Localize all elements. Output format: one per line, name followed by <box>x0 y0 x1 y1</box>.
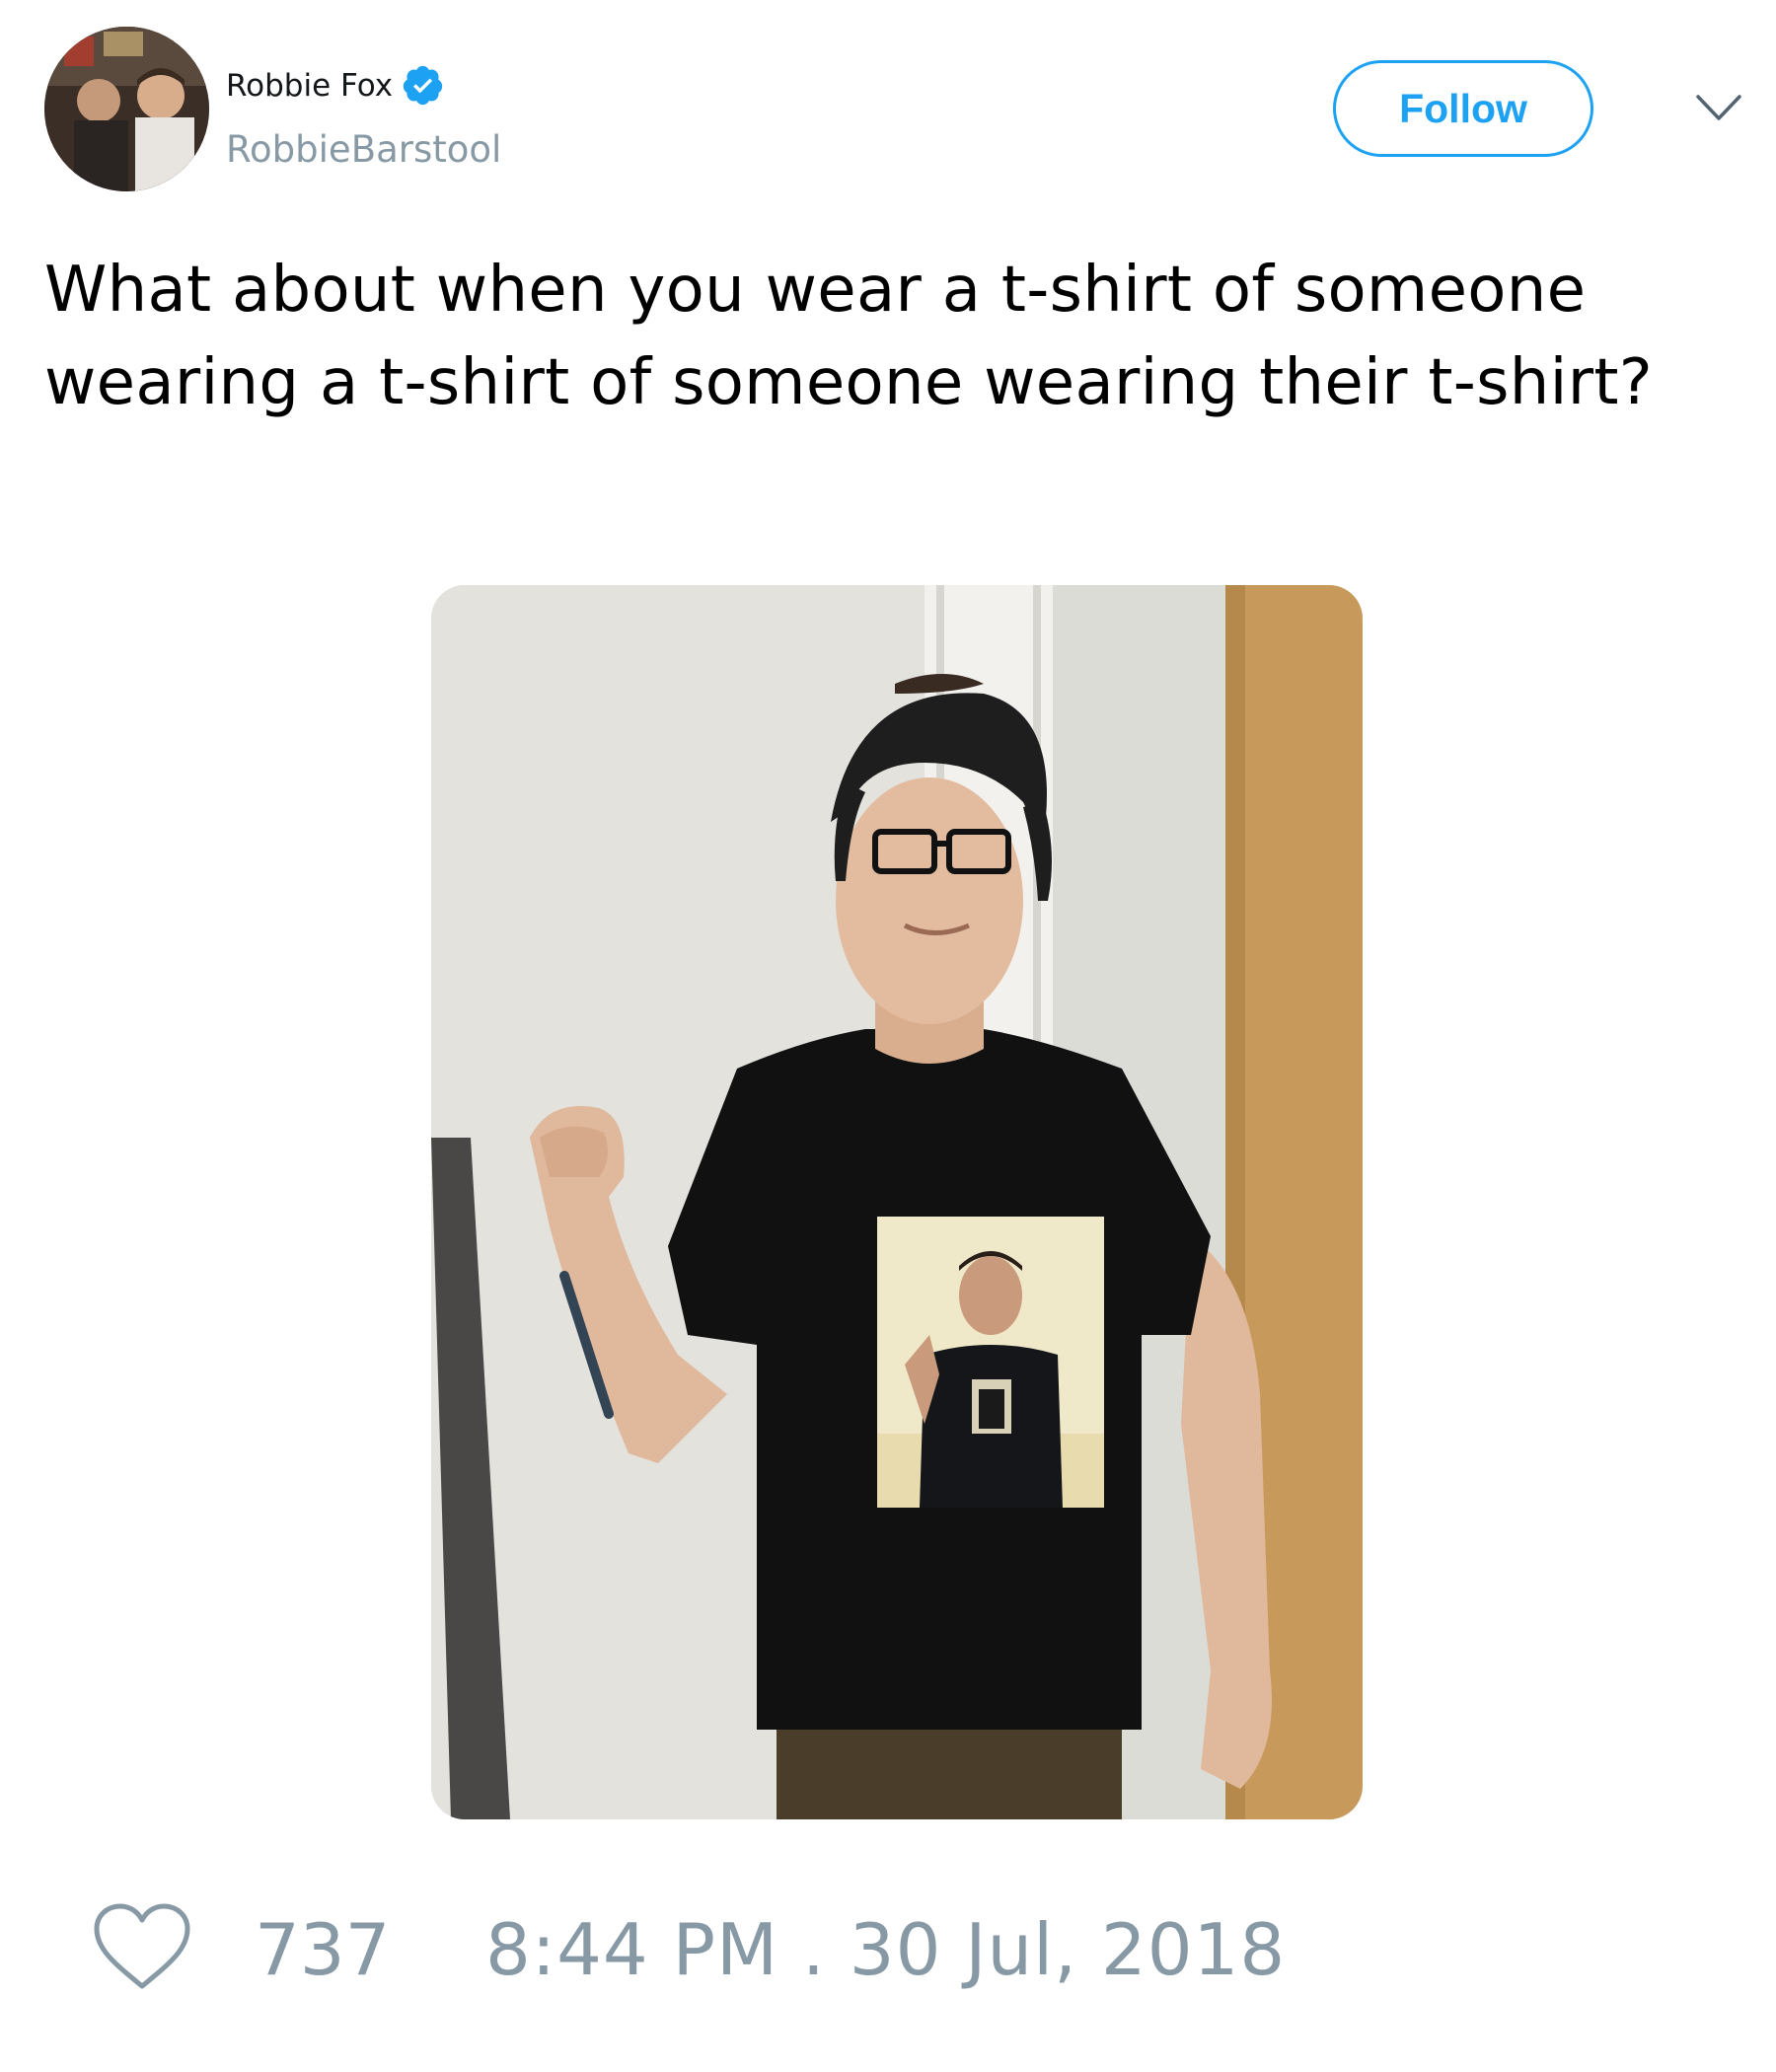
verified-badge-icon <box>401 63 445 108</box>
like-count: 737 <box>255 1908 391 1991</box>
follow-button[interactable]: Follow <box>1333 60 1593 157</box>
heart-icon[interactable] <box>89 1899 195 1994</box>
author-handle[interactable]: RobbieBarstool <box>226 128 501 171</box>
author-name[interactable]: Robbie Fox <box>226 63 445 108</box>
tweet-text: What about when you wear a t-shirt of so… <box>44 254 1654 419</box>
tweet-photo[interactable] <box>431 585 1363 1819</box>
tweet-card: Robbie Fox RobbieBarstool Follow What ab… <box>0 0 1776 2072</box>
author-name-text[interactable]: Robbie Fox <box>226 68 393 104</box>
timestamp[interactable]: 8:44 PM . 30 Jul, 2018 <box>485 1910 1286 1989</box>
chevron-down-icon[interactable] <box>1694 89 1743 128</box>
avatar[interactable] <box>44 27 209 191</box>
